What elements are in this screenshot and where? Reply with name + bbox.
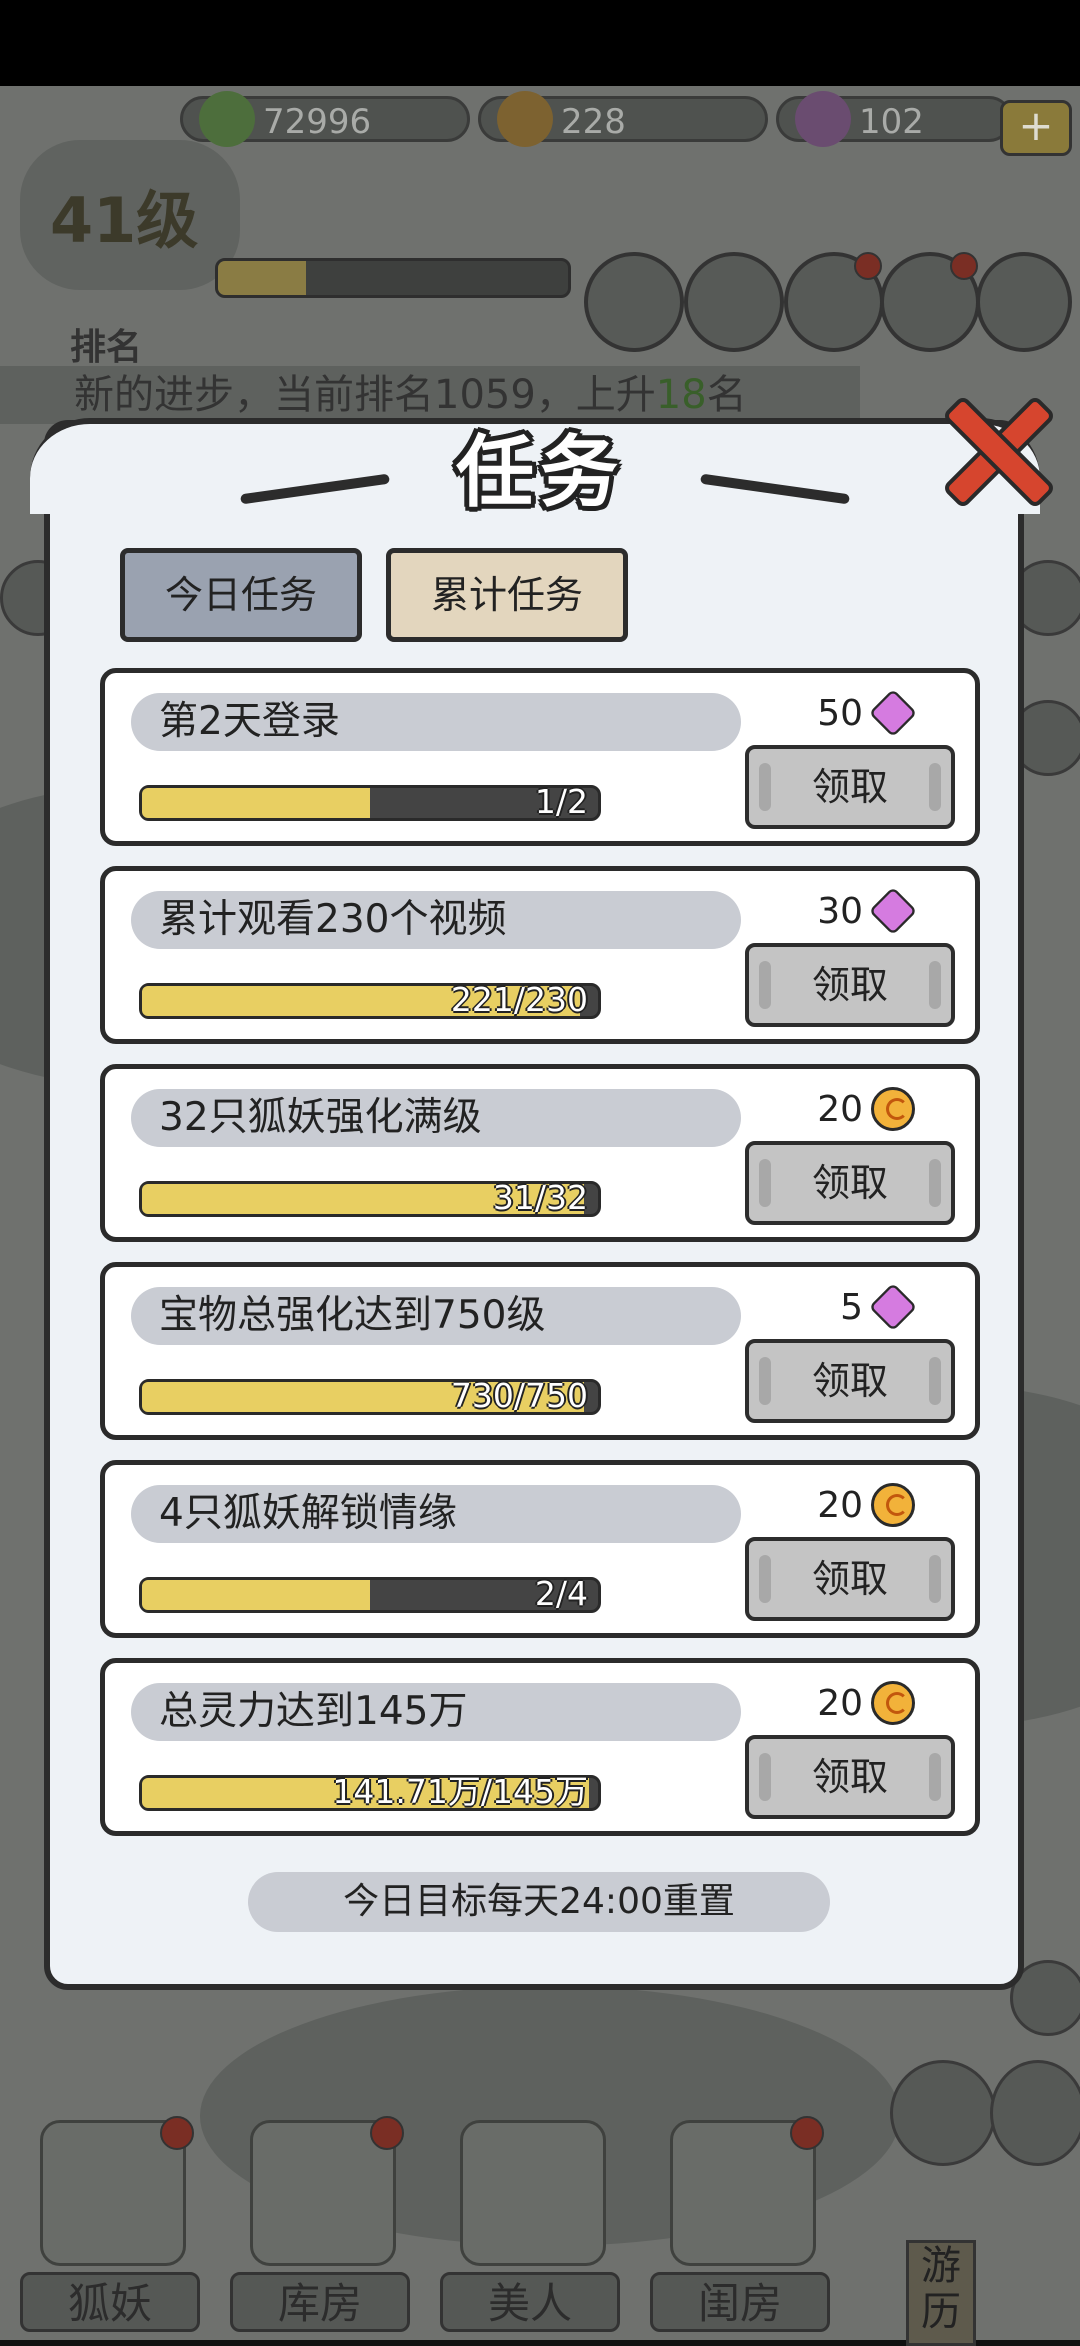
task-progress-bar: 221/230	[139, 980, 601, 1019]
task-progress-text: 31/32	[492, 1178, 588, 1217]
reward-amount: 20	[817, 1089, 863, 1130]
resource-flame: 72996	[180, 91, 470, 147]
claim-button[interactable]: 领取	[745, 745, 955, 829]
nav-item-chamber[interactable]: 闺房	[650, 2116, 830, 2332]
resource-coin-value: 228	[561, 102, 626, 142]
tab-cumulative-tasks[interactable]: 累计任务	[386, 548, 628, 642]
nav-item-fox[interactable]: 狐妖	[20, 2116, 200, 2332]
resource-gem: 102	[776, 91, 1012, 147]
nav-item-label: 狐妖	[20, 2272, 200, 2332]
task-reward: 20	[805, 1679, 915, 1729]
hud-gift-icon[interactable]	[976, 252, 1072, 352]
nav-item-label: 库房	[230, 2272, 410, 2332]
task-card: 第2天登录 1/2 50 领取	[100, 668, 980, 846]
orange-coin-icon	[871, 1681, 915, 1725]
task-progress-fill	[142, 788, 370, 818]
nav-item-label: 闺房	[650, 2272, 830, 2332]
notification-dot	[370, 2116, 404, 2150]
claim-button[interactable]: 领取	[745, 943, 955, 1027]
task-reward: 50	[805, 688, 918, 739]
level-badge[interactable]: 41级	[20, 140, 240, 290]
task-reward: 20	[805, 1085, 915, 1135]
close-button[interactable]	[934, 392, 1057, 510]
orange-coin-icon	[871, 1087, 915, 1131]
add-currency-button[interactable]: +	[1000, 100, 1072, 156]
claim-button[interactable]: 领取	[745, 1339, 955, 1423]
task-name: 累计观看230个视频	[131, 891, 741, 949]
nav-item-label: 美人	[440, 2272, 620, 2332]
task-reward: 30	[805, 886, 918, 937]
orange-coin-icon	[497, 91, 553, 147]
task-progress-bar: 1/2	[139, 782, 601, 821]
reward-amount: 20	[817, 1683, 863, 1724]
task-progress-fill	[142, 1580, 370, 1610]
tab-daily-tasks[interactable]: 今日任务	[120, 548, 362, 642]
task-name: 4只狐妖解锁情缘	[131, 1485, 741, 1543]
task-progress-bar: 730/750	[139, 1376, 601, 1415]
hud-chest-icon[interactable]	[784, 252, 884, 352]
task-progress-text: 221/230	[450, 980, 588, 1019]
purple-gem-icon	[868, 886, 918, 936]
claim-button[interactable]: 领取	[745, 1141, 955, 1225]
notification-dot	[790, 2116, 824, 2150]
task-progress-bar: 31/32	[139, 1178, 601, 1217]
task-name: 总灵力达到145万	[131, 1683, 741, 1741]
purple-gem-icon	[868, 1282, 918, 1332]
task-progress-bar: 2/4	[139, 1574, 601, 1613]
task-progress-text: 2/4	[534, 1574, 588, 1613]
reset-notice: 今日目标每天24:00重置	[248, 1872, 830, 1932]
task-card: 总灵力达到145万 141.71万/145万 20 领取	[100, 1658, 980, 1836]
resource-flame-value: 72996	[263, 102, 372, 142]
task-name: 32只狐妖强化满级	[131, 1089, 741, 1147]
notification-dot	[160, 2116, 194, 2150]
task-card: 32只狐妖强化满级 31/32 20 领取	[100, 1064, 980, 1242]
claim-button[interactable]: 领取	[745, 1537, 955, 1621]
purple-gem-icon	[868, 688, 918, 738]
task-progress-bar: 141.71万/145万	[139, 1772, 601, 1811]
hud-wheel-icon[interactable]	[684, 252, 784, 352]
task-reward: 20	[805, 1481, 915, 1531]
dialog-title: 任务	[455, 428, 624, 518]
resource-gem-value: 102	[859, 102, 924, 142]
purple-gem-icon	[795, 91, 851, 147]
resource-coin: 228	[478, 91, 768, 147]
reward-amount: 5	[840, 1287, 863, 1328]
task-reward: 5	[805, 1282, 918, 1333]
travel-button[interactable]: 游历	[906, 2240, 976, 2346]
task-progress-text: 730/750	[450, 1376, 588, 1415]
task-progress-text: 1/2	[534, 782, 588, 821]
green-flame-icon	[199, 91, 255, 147]
nav-item-storage[interactable]: 库房	[230, 2116, 410, 2332]
task-name: 宝物总强化达到750级	[131, 1287, 741, 1345]
task-card: 累计观看230个视频 221/230 30 领取	[100, 866, 980, 1044]
status-bar	[0, 0, 1080, 86]
reward-amount: 20	[817, 1485, 863, 1526]
hud-book-icon[interactable]	[584, 252, 684, 352]
notification-dot	[950, 252, 978, 280]
hud-compass-icon[interactable]	[880, 252, 980, 352]
task-card: 4只狐妖解锁情缘 2/4 20 领取	[100, 1460, 980, 1638]
task-card: 宝物总强化达到750级 730/750 5 领取	[100, 1262, 980, 1440]
beauty-portrait-icon	[460, 2120, 606, 2266]
notification-dot	[854, 252, 882, 280]
nav-item-beauty[interactable]: 美人	[440, 2120, 620, 2332]
ticker-suffix: 名	[706, 372, 747, 418]
reward-amount: 50	[817, 693, 863, 734]
claim-button[interactable]: 领取	[745, 1735, 955, 1819]
level-text: 41级	[50, 184, 199, 257]
task-progress-text: 141.71万/145万	[332, 1772, 588, 1811]
rank-title: 排名	[70, 327, 143, 368]
task-name: 第2天登录	[131, 693, 741, 751]
level-progress-bar	[215, 258, 571, 298]
reward-amount: 30	[817, 891, 863, 932]
orange-coin-icon	[871, 1483, 915, 1527]
level-progress-fill	[218, 261, 306, 295]
